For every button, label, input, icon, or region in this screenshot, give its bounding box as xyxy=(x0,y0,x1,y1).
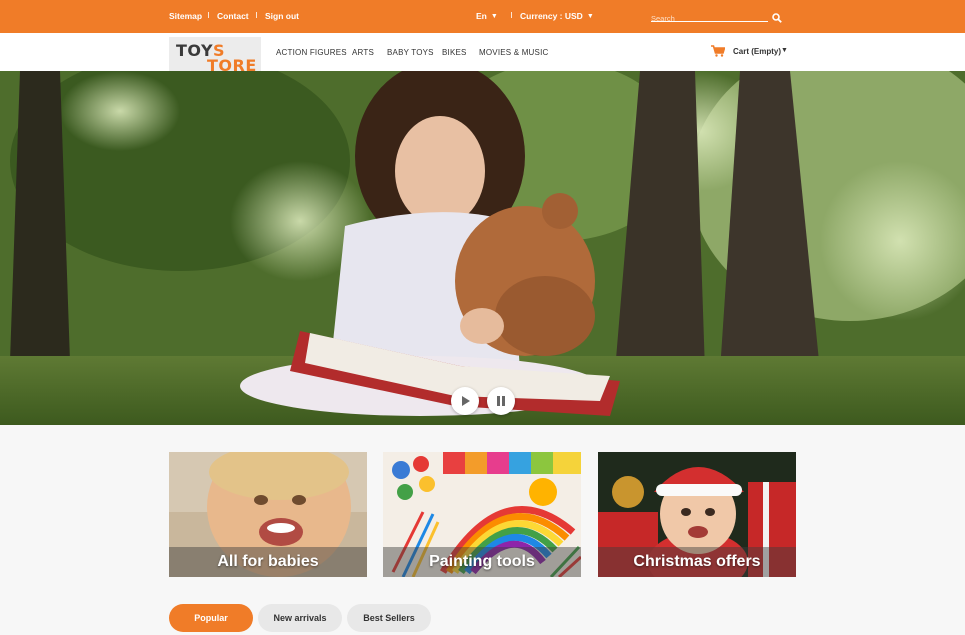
cart-icon xyxy=(711,45,725,57)
banner-caption: Christmas offers xyxy=(598,547,796,577)
slider-pause-button[interactable] xyxy=(487,387,515,415)
search-button[interactable] xyxy=(772,10,784,23)
search-icon xyxy=(772,13,782,23)
banner-painting[interactable]: Painting tools xyxy=(383,452,581,577)
sign-out-link[interactable]: Sign out xyxy=(256,11,299,21)
hero-image xyxy=(0,71,965,425)
tab-popular[interactable]: Popular xyxy=(169,604,253,632)
language-value: En xyxy=(476,11,487,21)
sitemap-link[interactable]: Sitemap xyxy=(169,11,202,21)
search-input[interactable] xyxy=(651,12,768,25)
slider-play-button[interactable] xyxy=(451,387,479,415)
banner-christmas[interactable]: Christmas offers xyxy=(598,452,796,577)
chevron-down-icon: ▼ xyxy=(781,47,788,54)
chevron-down-icon: ▼ xyxy=(490,13,498,20)
tab-best-sellers[interactable]: Best Sellers xyxy=(347,604,431,632)
cart-label: Cart (Empty) xyxy=(733,47,782,56)
banner-caption: Painting tools xyxy=(383,547,581,577)
nav-item-arts[interactable]: ARTS xyxy=(352,48,374,57)
nav-item-movies-music[interactable]: MOVIES & MUSIC xyxy=(479,48,548,57)
nav-item-bikes[interactable]: BIKES xyxy=(442,48,467,57)
search-box xyxy=(651,8,768,25)
hero-slider xyxy=(0,71,965,425)
pause-icon xyxy=(497,396,505,406)
nav-item-action-figures[interactable]: ACTION FIGURES xyxy=(276,48,347,57)
nav-item-baby-toys[interactable]: BABY TOYS xyxy=(387,48,434,57)
banner-babies[interactable]: All for babies xyxy=(169,452,367,577)
contact-link[interactable]: Contact xyxy=(208,11,249,21)
banner-caption: All for babies xyxy=(169,547,367,577)
play-icon xyxy=(462,396,470,406)
chevron-down-icon: ▼ xyxy=(586,13,594,20)
currency-selector[interactable]: Currency : USD ▼ xyxy=(511,11,594,21)
currency-value: Currency : USD xyxy=(520,11,583,21)
language-selector[interactable]: En ▼ xyxy=(476,11,498,21)
tab-new-arrivals[interactable]: New arrivals xyxy=(258,604,342,632)
